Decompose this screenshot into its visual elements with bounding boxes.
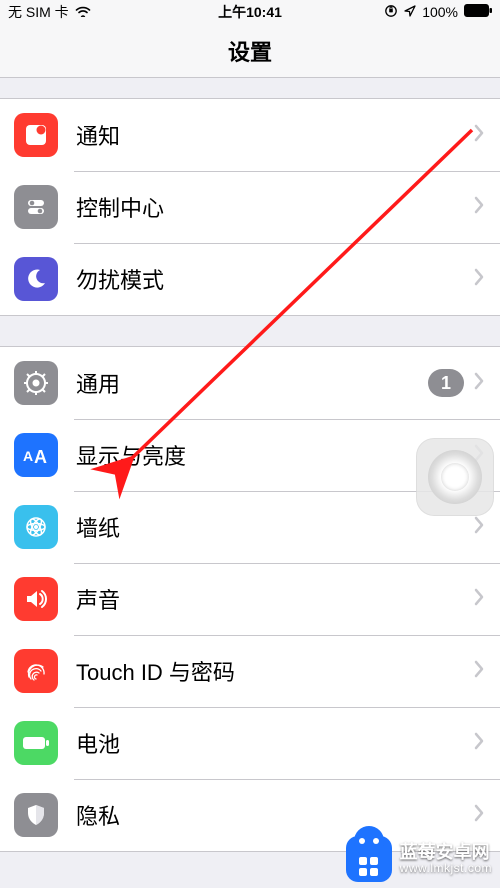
row-control-center[interactable]: 控制中心: [0, 171, 500, 243]
battery-percent: 100%: [422, 4, 458, 20]
carrier-text: 无 SIM 卡: [8, 2, 69, 22]
chevron-right-icon: [474, 124, 484, 147]
control-center-icon: [14, 185, 58, 229]
row-label: 通知: [76, 119, 474, 151]
status-bar: 无 SIM 卡 上午10:41 100%: [0, 0, 500, 24]
sound-icon: [14, 577, 58, 621]
row-touch-id[interactable]: Touch ID 与密码: [0, 635, 500, 707]
wallpaper-icon: [14, 505, 58, 549]
location-icon: [404, 4, 416, 20]
battery-settings-icon: [14, 721, 58, 765]
wifi-icon: [75, 4, 91, 20]
rotation-lock-icon: [384, 4, 398, 21]
watermark-title: 蓝莓安卓网: [400, 842, 492, 863]
chevron-right-icon: [474, 588, 484, 611]
notification-badge: 1: [428, 369, 464, 397]
chevron-right-icon: [474, 516, 484, 539]
display-icon: AA: [14, 433, 58, 477]
chevron-right-icon: [474, 804, 484, 827]
chevron-right-icon: [474, 196, 484, 219]
watermark: 蓝莓安卓网 www.lmkjst.com: [346, 836, 492, 882]
row-label: 声音: [76, 583, 474, 615]
row-label: 电池: [76, 727, 474, 759]
row-general[interactable]: 通用 1: [0, 347, 500, 419]
dnd-icon: [14, 257, 58, 301]
touchid-icon: [14, 649, 58, 693]
notifications-icon: [14, 113, 58, 157]
chevron-right-icon: [474, 660, 484, 683]
row-notifications[interactable]: 通知: [0, 99, 500, 171]
row-sound[interactable]: 声音: [0, 563, 500, 635]
privacy-icon: [14, 793, 58, 837]
row-label: Touch ID 与密码: [76, 655, 474, 687]
page-title: 设置: [0, 24, 500, 78]
row-label: 控制中心: [76, 191, 474, 223]
chevron-right-icon: [474, 372, 484, 395]
row-label: 通用: [76, 367, 428, 399]
row-label: 墙纸: [76, 511, 474, 543]
row-label: 勿扰模式: [76, 263, 474, 295]
settings-group-2: 通用 1 AA 显示与亮度 墙纸 声音 Touch ID 与密码: [0, 346, 500, 852]
battery-icon: [464, 4, 492, 20]
row-label: 隐私: [76, 799, 474, 831]
row-do-not-disturb[interactable]: 勿扰模式: [0, 243, 500, 315]
svg-text:A: A: [23, 448, 33, 464]
assistive-touch-button[interactable]: [416, 438, 494, 516]
watermark-logo-icon: [346, 836, 392, 882]
svg-text:A: A: [34, 447, 47, 465]
row-label: 显示与亮度: [76, 439, 474, 471]
row-battery[interactable]: 电池: [0, 707, 500, 779]
chevron-right-icon: [474, 732, 484, 755]
watermark-url: www.lmkjst.com: [400, 862, 492, 876]
settings-group-1: 通知 控制中心 勿扰模式: [0, 98, 500, 316]
general-icon: [14, 361, 58, 405]
chevron-right-icon: [474, 268, 484, 291]
